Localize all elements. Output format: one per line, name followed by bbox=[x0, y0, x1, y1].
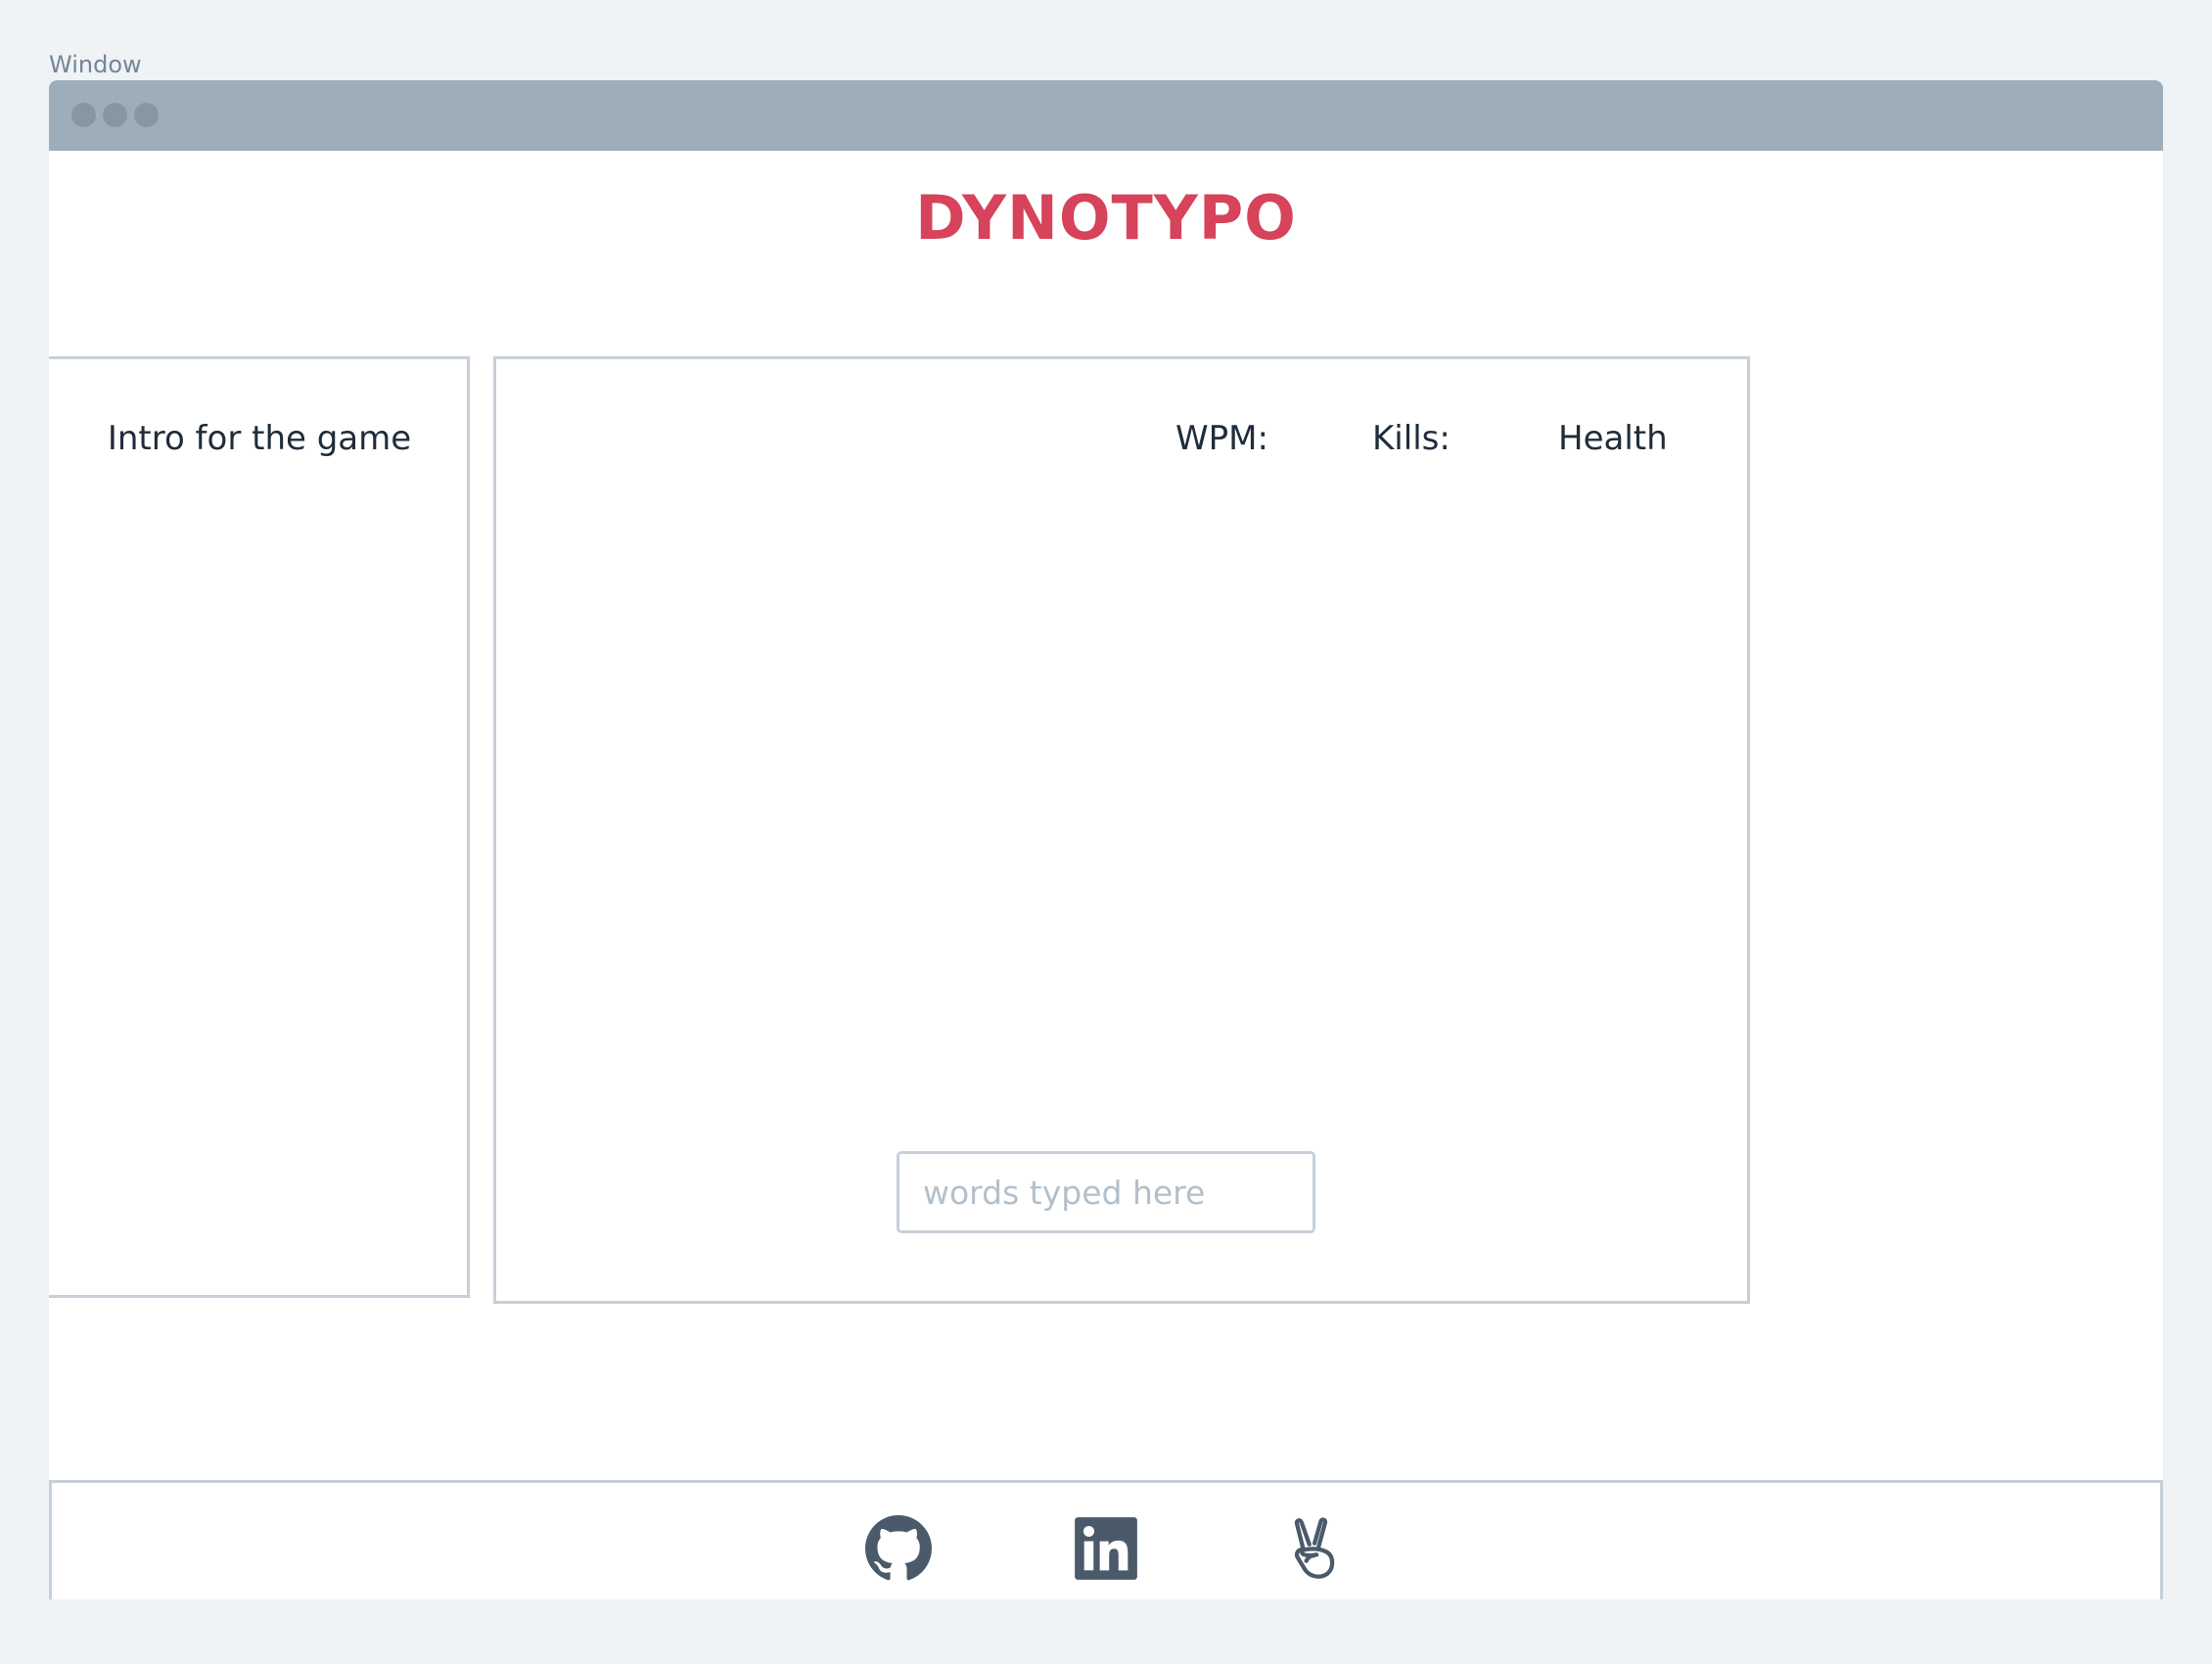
kills-label: Kills: bbox=[1372, 419, 1451, 458]
window-maximize-dot[interactable] bbox=[134, 103, 159, 127]
word-input[interactable] bbox=[897, 1151, 1315, 1233]
angellist-icon[interactable] bbox=[1280, 1515, 1347, 1582]
linkedin-icon[interactable] bbox=[1073, 1515, 1139, 1582]
window-close-dot[interactable] bbox=[71, 103, 96, 127]
window-label: Window bbox=[49, 51, 142, 78]
github-icon[interactable] bbox=[865, 1515, 932, 1582]
app-window: DYNOTYPO Intro for the game WPM: Kills: … bbox=[49, 80, 2163, 1599]
window-minimize-dot[interactable] bbox=[103, 103, 127, 127]
intro-text: Intro for the game bbox=[107, 419, 412, 458]
window-titlebar[interactable] bbox=[49, 80, 2163, 151]
health-label: Health bbox=[1558, 419, 1668, 458]
wpm-label: WPM: bbox=[1175, 419, 1268, 458]
page-title: DYNOTYPO bbox=[915, 182, 1297, 254]
intro-panel bbox=[49, 356, 470, 1298]
